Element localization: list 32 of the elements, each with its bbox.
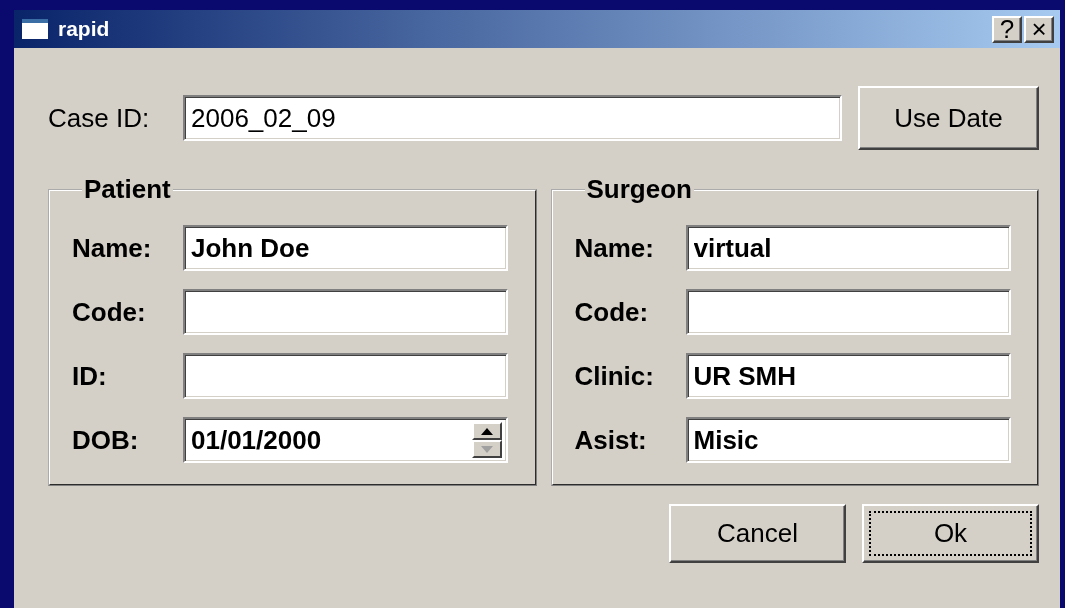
text-field[interactable]: 2006_02_09 [183,95,842,141]
up-arrow-icon [481,427,493,435]
group-title: Surgeon [585,174,693,205]
text-field[interactable]: virtual [685,225,1011,271]
date-field[interactable]: 01/01/2000 [185,419,472,461]
text-field[interactable] [183,353,508,399]
field-label: Name: [574,232,655,264]
field-label: Name: [72,232,153,264]
close-button[interactable]: × [1024,15,1054,43]
help-button[interactable]: ? [992,15,1022,43]
field-label: ID: [72,360,108,392]
group-title: Patient [83,174,172,205]
text-field[interactable] [685,289,1011,335]
use-date-button[interactable]: Use Date [858,86,1039,150]
field-label: Asist: [574,424,648,456]
field-label: Code: [574,296,650,328]
spin-up-button[interactable] [472,422,502,440]
window-title: rapid [58,17,111,41]
field-label: DOB: [72,424,140,456]
ok-button[interactable]: Ok [862,504,1039,563]
cancel-button[interactable]: Cancel [669,504,846,563]
text-field[interactable]: UR SMH [685,353,1011,399]
spin-down-button[interactable] [472,440,502,458]
window-icon [22,19,48,39]
date-spin-field[interactable]: 01/01/2000 [183,417,508,463]
down-arrow-icon [481,445,493,453]
field-label: Case ID: [48,102,151,134]
text-field[interactable] [183,289,508,335]
field-label: Code: [72,296,147,328]
text-field[interactable]: John Doe [183,225,508,271]
text-field[interactable]: Misic [685,417,1011,463]
field-label: Clinic: [574,360,655,392]
